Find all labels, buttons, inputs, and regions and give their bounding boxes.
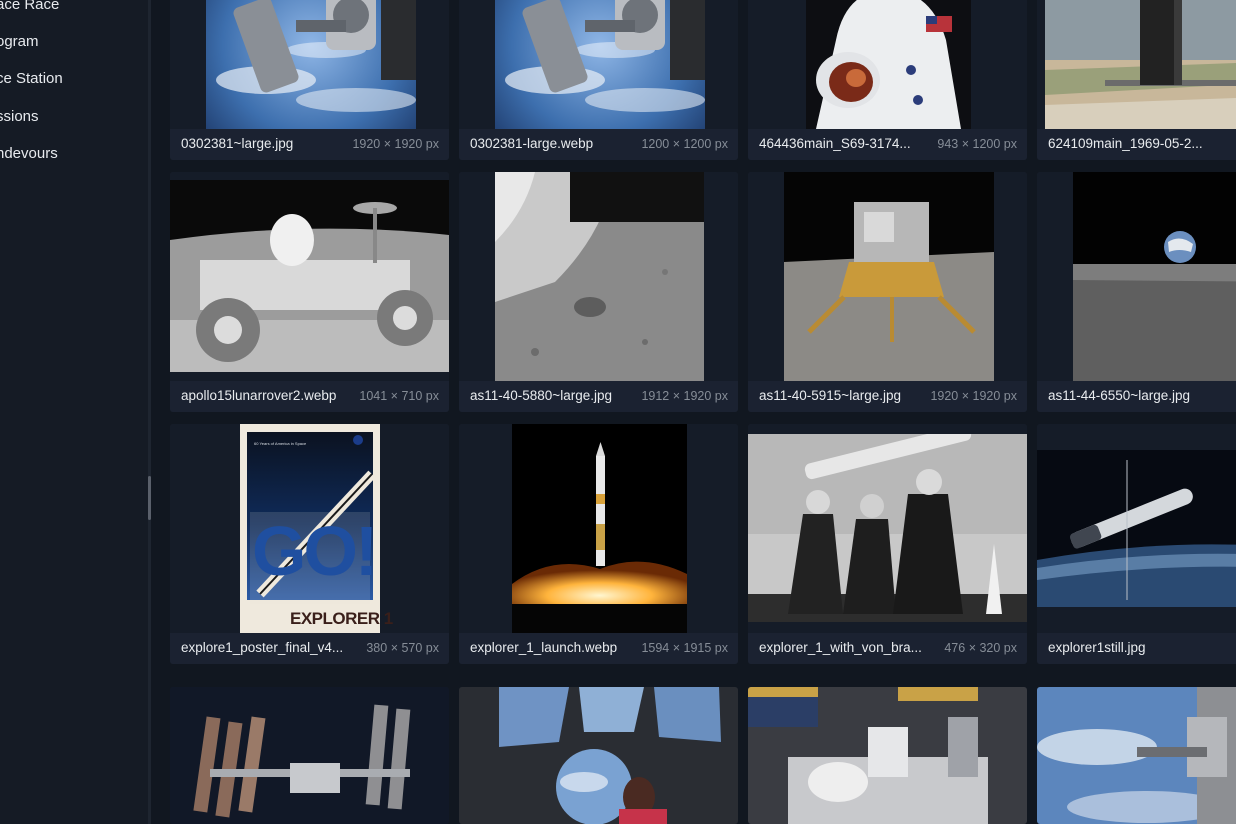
thumbnail-frame (1037, 172, 1236, 381)
image-dimensions: 1594 × 1915 px (641, 641, 728, 655)
card-caption: as11-40-5915~large.jpg 1920 × 1920 px (748, 381, 1027, 412)
image-dimensions: 380 × 570 px (366, 641, 439, 655)
file-name: 0302381-large.webp (470, 136, 594, 151)
spacewalk-earth-icon (495, 0, 705, 129)
thumbnail-frame (170, 0, 449, 129)
thumbnail-frame (459, 0, 738, 129)
image-dimensions: 476 × 320 px (944, 641, 1017, 655)
sidebar-item-space-station[interactable]: ce Station (0, 68, 63, 90)
station-spacewalk-icon (748, 687, 1027, 824)
image-card[interactable] (1037, 687, 1236, 824)
thumbnail-frame (748, 687, 1027, 824)
card-caption: apollo15lunarrover2.webp 1041 × 710 px (170, 381, 449, 412)
file-name: explorer1still.jpg (1048, 640, 1146, 655)
file-name: apollo15lunarrover2.webp (181, 388, 337, 403)
card-caption: 0302381-large.webp 1200 × 1200 px (459, 129, 738, 160)
thumbnail-frame (459, 424, 738, 633)
file-name: 624109main_1969-05-2... (1048, 136, 1203, 151)
app-window: ace Race ogram ce Station ssions ndevour… (0, 0, 1236, 824)
sidebar-item-label: ace Race (0, 0, 60, 13)
space-station-icon (170, 687, 449, 824)
image-card[interactable]: explorer_1_launch.webp 1594 × 1915 px (459, 424, 738, 664)
file-name: explore1_poster_final_v4... (181, 640, 344, 655)
image-dimensions: 1200 × 1200 px (641, 137, 728, 151)
file-name: as11-40-5880~large.jpg (470, 388, 612, 403)
sidebar-item-endeavours[interactable]: ndevours (0, 143, 58, 165)
sidebar-item-program[interactable]: ogram (0, 31, 39, 53)
thumbnail-frame (459, 687, 738, 824)
thumbnail-frame (1037, 687, 1236, 824)
card-caption: explorer_1_with_von_bra... 476 × 320 px (748, 633, 1027, 664)
card-caption: explorer_1_launch.webp 1594 × 1915 px (459, 633, 738, 664)
explorer-team-icon (748, 434, 1027, 622)
image-card[interactable]: as11-40-5915~large.jpg 1920 × 1920 px (748, 172, 1027, 412)
image-card[interactable]: explorer_1_with_von_bra... 476 × 320 px (748, 424, 1027, 664)
thumbnail-frame (1037, 0, 1236, 129)
poster-subtitle: 60 Years of America in Space (254, 441, 307, 446)
file-name: 464436main_S69-3174... (759, 136, 911, 151)
image-card[interactable]: 464436main_S69-3174... 943 × 1200 px (748, 0, 1027, 160)
image-dimensions: 1041 × 710 px (359, 389, 439, 403)
image-card[interactable]: GO! EXPLORER 1 60 Years of America in Sp… (170, 424, 449, 664)
earthrise-icon (1073, 172, 1236, 381)
lunar-module-icon (784, 172, 994, 381)
image-dimensions: 1912 × 1920 px (641, 389, 728, 403)
card-caption: 464436main_S69-3174... 943 × 1200 px (748, 129, 1027, 160)
thumbnail-frame (748, 424, 1027, 633)
card-caption: 0302381~large.jpg 1920 × 1920 px (170, 129, 449, 160)
image-card[interactable] (748, 687, 1027, 824)
rocket-launch-icon (512, 424, 687, 633)
image-card[interactable]: 0302381~large.jpg 1920 × 1920 px (170, 0, 449, 160)
thumbnail-frame (170, 172, 449, 381)
image-grid: 0302381~large.jpg 1920 × 1920 px 0302381… (151, 0, 1236, 824)
thumbnail-frame (748, 0, 1027, 129)
sidebar-item-space-race[interactable]: ace Race (0, 0, 59, 16)
station-earth-icon (1037, 687, 1236, 824)
spacewalk-earth-icon (206, 0, 416, 129)
thumbnail-frame (1037, 424, 1236, 633)
thumbnail-frame (170, 687, 449, 824)
image-card[interactable]: 0302381-large.webp 1200 × 1200 px (459, 0, 738, 160)
astronaut-portrait-icon (806, 0, 971, 129)
image-card[interactable]: apollo15lunarrover2.webp 1041 × 710 px (170, 172, 449, 412)
file-name: explorer_1_with_von_bra... (759, 640, 922, 655)
file-name: as11-40-5915~large.jpg (759, 388, 901, 403)
sidebar-item-label: ssions (0, 108, 39, 125)
sidebar-item-label: ce Station (0, 70, 63, 87)
cupola-window-icon (459, 687, 738, 824)
file-name: as11-44-6550~large.jpg (1048, 388, 1190, 403)
image-card[interactable] (459, 687, 738, 824)
moon-bootprint-icon (495, 172, 704, 381)
image-card[interactable] (170, 687, 449, 824)
file-name: 0302381~large.jpg (181, 136, 294, 151)
card-caption: explorer1still.jpg 16 (1037, 633, 1236, 664)
image-card[interactable]: as11-44-6550~large.jpg 192 (1037, 172, 1236, 412)
lunar-rover-icon (170, 180, 449, 372)
poster-title: EXPLORER 1 (290, 609, 393, 628)
image-card[interactable]: explorer1still.jpg 16 (1037, 424, 1236, 664)
launch-pad-icon (1045, 0, 1236, 129)
card-caption: 624109main_1969-05-2... 1( (1037, 129, 1236, 160)
sidebar-item-label: ogram (0, 33, 39, 50)
file-name: explorer_1_launch.webp (470, 640, 618, 655)
image-card[interactable]: as11-40-5880~large.jpg 1912 × 1920 px (459, 172, 738, 412)
card-caption: as11-44-6550~large.jpg 192 (1037, 381, 1236, 412)
image-dimensions: 1920 × 1920 px (930, 389, 1017, 403)
sidebar-item-label: ndevours (0, 145, 58, 162)
card-caption: explore1_poster_final_v4... 380 × 570 px (170, 633, 449, 664)
image-dimensions: 1920 × 1920 px (352, 137, 439, 151)
card-caption: as11-40-5880~large.jpg 1912 × 1920 px (459, 381, 738, 412)
thumbnail-frame (748, 172, 1027, 381)
image-dimensions: 943 × 1200 px (937, 137, 1017, 151)
satellite-orbit-icon (1037, 450, 1236, 607)
sidebar-item-missions[interactable]: ssions (0, 106, 39, 128)
thumbnail-frame (459, 172, 738, 381)
image-card[interactable]: 624109main_1969-05-2... 1( (1037, 0, 1236, 160)
sidebar: ace Race ogram ce Station ssions ndevour… (0, 0, 148, 824)
poster-go-text: GO! (252, 512, 378, 590)
thumbnail-frame: GO! EXPLORER 1 60 Years of America in Sp… (170, 424, 449, 633)
